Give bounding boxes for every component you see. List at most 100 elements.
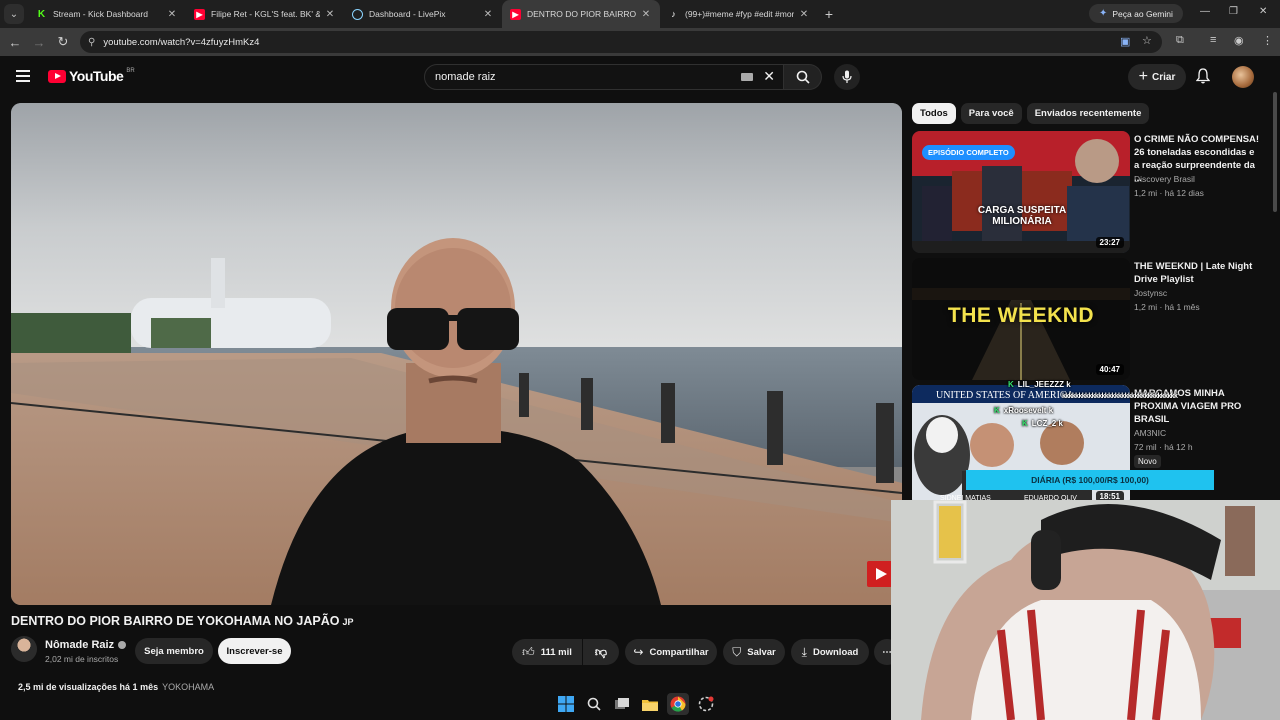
share-button[interactable]: ↪ Compartilhar: [625, 639, 717, 665]
share-label: Compartilhar: [649, 646, 709, 658]
youtube-play-icon: [48, 69, 66, 83]
recommendation-stats: 1,2 mi · há 1 mês: [1134, 302, 1200, 312]
chat-user: xRoosevelt: [1003, 406, 1047, 415]
kick-badge-icon: K: [1008, 380, 1014, 389]
like-button[interactable]: 👍︎ 111 mil: [512, 639, 582, 665]
back-arrow-icon[interactable]: ←: [3, 35, 27, 50]
video-thumbnail[interactable]: THE WEEKND 40:47: [912, 258, 1130, 380]
chip-todos[interactable]: Todos: [912, 103, 956, 124]
chat-text: k: [1058, 419, 1063, 428]
recommendation-item[interactable]: THE WEEKND 40:47 THE WEEKND | Late Night…: [912, 258, 1272, 380]
download-button[interactable]: ⤓ Download: [791, 639, 869, 665]
chrome-icon[interactable]: [667, 693, 689, 715]
recommendation-item[interactable]: EPISÓDIO COMPLETO CARGA SUSPEITA MILIONÁ…: [912, 131, 1272, 253]
youtube-icon: ▶: [194, 8, 205, 20]
window-close-icon[interactable]: ✕: [1259, 6, 1267, 17]
chat-spam-text: kkkkkkkkkkkkkkkkkkkkkkkkkkkkkkkkkkk: [1062, 393, 1178, 400]
screen: { "browser": { "tabs": [ {"title": "Stre…: [0, 0, 1280, 720]
save-button[interactable]: ⛉ Salvar: [723, 639, 785, 665]
kick-badge-icon: K: [994, 406, 1000, 415]
close-tab-icon[interactable]: ✕: [482, 9, 494, 20]
task-view-icon[interactable]: [611, 693, 633, 715]
minimize-icon[interactable]: —: [1200, 6, 1210, 17]
streamer-webcam: [891, 500, 1280, 720]
chip-para-voce[interactable]: Para você: [960, 103, 1022, 124]
chip-enviados-recentemente[interactable]: Enviados recentemente: [1026, 103, 1150, 124]
keyboard-icon[interactable]: [741, 73, 753, 81]
gemini-button[interactable]: ✦ Peça ao Gemini: [1089, 4, 1183, 23]
video-views-line[interactable]: 2,5 mi de visualizações há 1 mês YOKOHAMA: [18, 682, 214, 692]
tab-tiktok[interactable]: ♪ (99+)#meme #fyp #edit #mora ✕: [660, 0, 818, 28]
new-tab-button[interactable]: +: [818, 6, 840, 22]
search-input[interactable]: nomade raiz ✕: [424, 64, 784, 90]
recommendation-channel[interactable]: Jostynsc: [1134, 288, 1167, 298]
tab-kick-dashboard[interactable]: K Stream - Kick Dashboard ✕: [28, 0, 186, 28]
webcam-image: [891, 500, 1280, 720]
join-button[interactable]: Seja membro: [135, 638, 213, 664]
tiktok-icon: ♪: [671, 9, 676, 19]
create-button[interactable]: + Criar: [1128, 64, 1186, 90]
taskbar-search-icon[interactable]: [583, 693, 605, 715]
file-explorer-icon[interactable]: [639, 693, 661, 715]
address-bar[interactable]: ⚲ youtube.com/watch?v=4zfuyzHmKz4: [80, 31, 1162, 53]
tab-filipe-ret[interactable]: ▶ Filipe Ret - KGL'S feat. BK' & SA ✕: [186, 0, 344, 28]
views-date: 2,5 mi de visualizações há 1 mês: [18, 682, 159, 692]
video-player[interactable]: [11, 103, 902, 605]
channel-name[interactable]: Nômade Raiz: [45, 639, 127, 651]
account-avatar[interactable]: [1232, 66, 1254, 88]
tab-search-chevron-icon[interactable]: ⌄: [4, 4, 24, 24]
profile-icon[interactable]: ◉: [1234, 34, 1244, 47]
youtube-logo[interactable]: YouTube BR: [48, 68, 135, 84]
close-tab-icon[interactable]: ✕: [324, 9, 336, 20]
extensions-icon[interactable]: ⧉: [1176, 34, 1184, 47]
bookmark-icon: ⛉: [732, 644, 742, 659]
windows-start-icon[interactable]: [555, 693, 577, 715]
search-button[interactable]: [784, 64, 822, 90]
chat-user: LIL_JEEZZZ: [1017, 380, 1065, 389]
subscriber-count: 2,02 mi de inscritos: [45, 654, 119, 664]
youtube-header: YouTube BR nomade raiz ✕ + Criar: [0, 56, 1280, 98]
site-info-icon[interactable]: ⚲: [88, 37, 95, 48]
recommendation-channel[interactable]: Discovery Brasil: [1134, 174, 1195, 184]
subscribe-button[interactable]: Inscrever-se: [218, 638, 291, 664]
thumbnail-caption: CARGA SUSPEITA MILIONÁRIA: [977, 205, 1067, 227]
video-title-text: DENTRO DO PIOR BAIRRO DE YOKOHAMA NO JAP…: [11, 614, 340, 628]
close-tab-icon[interactable]: ✕: [798, 9, 810, 20]
close-tab-icon[interactable]: ✕: [166, 9, 178, 20]
video-duration: 40:47: [1095, 364, 1124, 375]
video-thumbnail[interactable]: EPISÓDIO COMPLETO CARGA SUSPEITA MILIONÁ…: [912, 131, 1130, 253]
dislike-button[interactable]: 👎︎: [583, 639, 619, 665]
like-count: 111 mil: [540, 646, 572, 658]
recommendation-title[interactable]: THE WEEKND | Late Night Drive Playlist: [1134, 260, 1262, 286]
forward-arrow-icon[interactable]: →: [27, 35, 51, 50]
tab-title: (99+)#meme #fyp #edit #mora: [685, 9, 794, 19]
close-tab-icon[interactable]: ✕: [640, 9, 652, 20]
browser-menu-icon[interactable]: ⋮: [1262, 34, 1273, 47]
browser-toolbar: ← → ↻ ⚲ youtube.com/watch?v=4zfuyzHmKz4: [0, 28, 1280, 56]
notifications-bell-icon[interactable]: [1195, 68, 1211, 89]
reading-list-icon[interactable]: ≡: [1210, 34, 1216, 46]
recommendation-stats: 72 mil · há 12 h: [1134, 442, 1193, 452]
browser-tab-strip: ⌄ K Stream - Kick Dashboard ✕ ▶ Filipe R…: [0, 0, 1280, 28]
video-duration: 23:27: [1095, 237, 1124, 248]
voice-search-button[interactable]: [834, 64, 860, 90]
tab-livepix[interactable]: Dashboard - LivePix ✕: [344, 0, 502, 28]
channel-avatar[interactable]: [11, 636, 37, 662]
bookmark-star-icon[interactable]: ☆: [1142, 34, 1152, 47]
save-label: Salvar: [747, 646, 776, 658]
video-tag[interactable]: YOKOHAMA: [162, 682, 214, 692]
microphone-icon: [842, 70, 852, 83]
tab-current-video[interactable]: ▶ DENTRO DO PIOR BAIRRO DE Y ✕: [502, 0, 660, 28]
translate-icon[interactable]: ▣: [1120, 35, 1130, 48]
page-scrollbar-thumb[interactable]: [1273, 92, 1277, 212]
url-text: youtube.com/watch?v=4zfuyzHmKz4: [103, 36, 260, 48]
restore-icon[interactable]: ❐: [1229, 6, 1238, 17]
hamburger-menu-icon[interactable]: [16, 70, 30, 85]
app-notification-icon[interactable]: [695, 693, 717, 715]
chat-message: K LCZ_2 k: [1022, 417, 1214, 430]
youtube-wordmark: YouTube: [69, 68, 124, 84]
channel-name-text: Nômade Raiz: [45, 639, 115, 651]
clear-search-icon[interactable]: ✕: [763, 68, 775, 85]
create-label: Criar: [1151, 71, 1176, 83]
reload-icon[interactable]: ↻: [51, 34, 75, 50]
